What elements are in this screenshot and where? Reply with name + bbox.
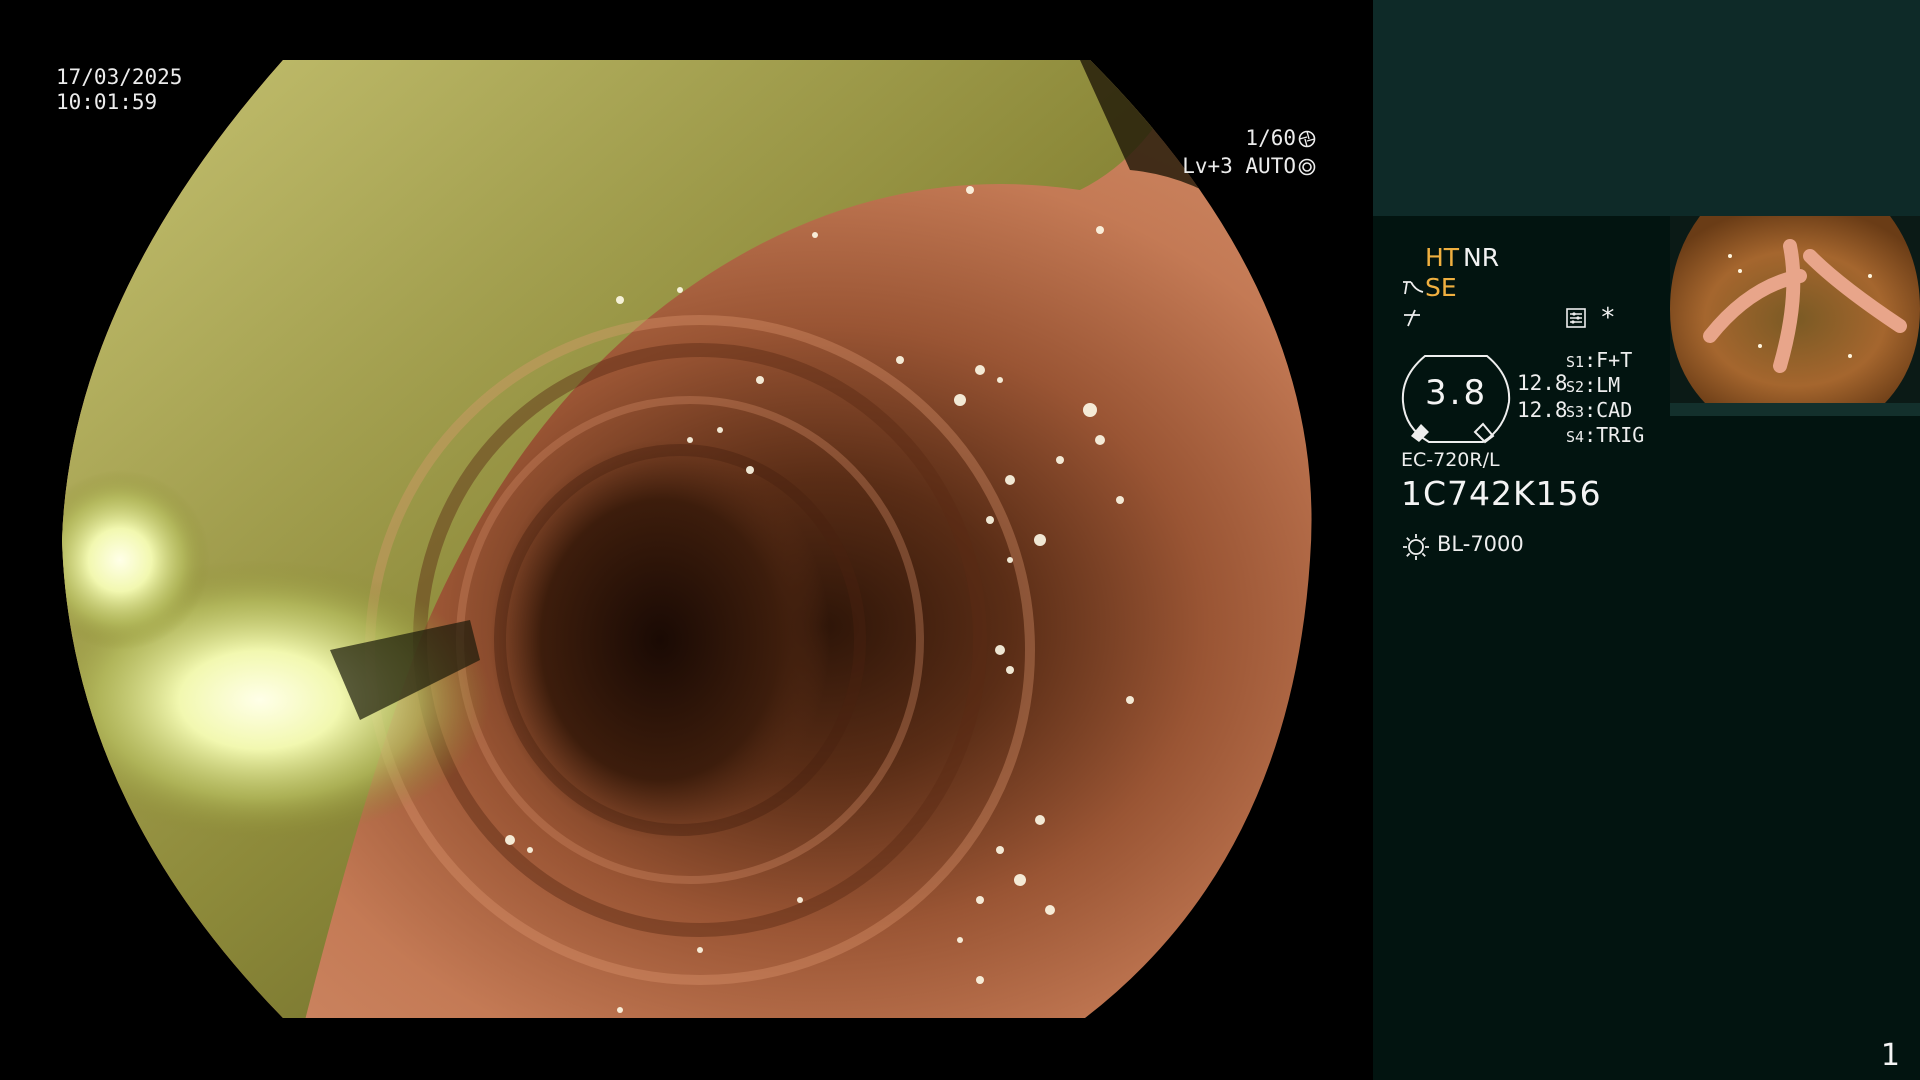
scope-model: EC-720R/L (1401, 449, 1500, 471)
serial-number: 1C742K156 (1401, 474, 1602, 513)
switch-label: LM (1596, 373, 1621, 397)
switch-label: F+T (1596, 348, 1633, 372)
info-panel: HT NR SE * 3.8 12.8 12.8 S1:F+T S2:LM S3… (1373, 0, 1920, 1080)
switch-key: S2 (1566, 378, 1585, 396)
switch-row-s3: S3:CAD (1566, 398, 1633, 422)
asterisk-indicator: * (1600, 303, 1616, 333)
readout-value-1: 12.8 (1517, 371, 1568, 395)
thumbnail-caption-bar (1670, 403, 1920, 416)
mode-se-label: SE (1425, 273, 1457, 302)
switch-label: CAD (1596, 398, 1633, 422)
switch-key: S1 (1566, 353, 1585, 371)
gauge-value: 3.8 (1425, 373, 1489, 413)
switch-key: S4 (1566, 428, 1585, 446)
mode-nr-label: NR (1463, 243, 1500, 272)
page-number: 1 (1880, 1038, 1900, 1073)
switch-row-s4: S4:TRIG (1566, 423, 1645, 447)
flash-icon (1404, 309, 1420, 327)
time-readout: 10:01:59 (56, 90, 158, 114)
se-icon (1403, 281, 1424, 295)
switch-row-s1: S1:F+T (1566, 348, 1633, 372)
settings-icon (1566, 308, 1586, 328)
capture-thumbnail[interactable] (1670, 216, 1920, 403)
thumbnail-image (1670, 216, 1920, 403)
level-readout: Lv+3 AUTO (1132, 127, 1316, 205)
date-readout: 17/03/2025 (56, 65, 183, 89)
endoscope-view: 17/03/2025 10:01:59 1/60 Lv+3 AUTO (0, 0, 1372, 1080)
light-source-icon (1403, 534, 1429, 560)
readout-value-2: 12.8 (1517, 398, 1568, 422)
switch-label: TRIG (1596, 423, 1645, 447)
mode-ht-label: HT (1425, 243, 1460, 272)
level-value: Lv+3 AUTO (1182, 154, 1296, 178)
light-source-label: BL-7000 (1437, 532, 1524, 556)
switch-row-s2: S2:LM (1566, 373, 1621, 397)
switch-key: S3 (1566, 403, 1585, 421)
auto-iris-icon (1298, 158, 1316, 176)
panel-header-block (1373, 0, 1920, 216)
